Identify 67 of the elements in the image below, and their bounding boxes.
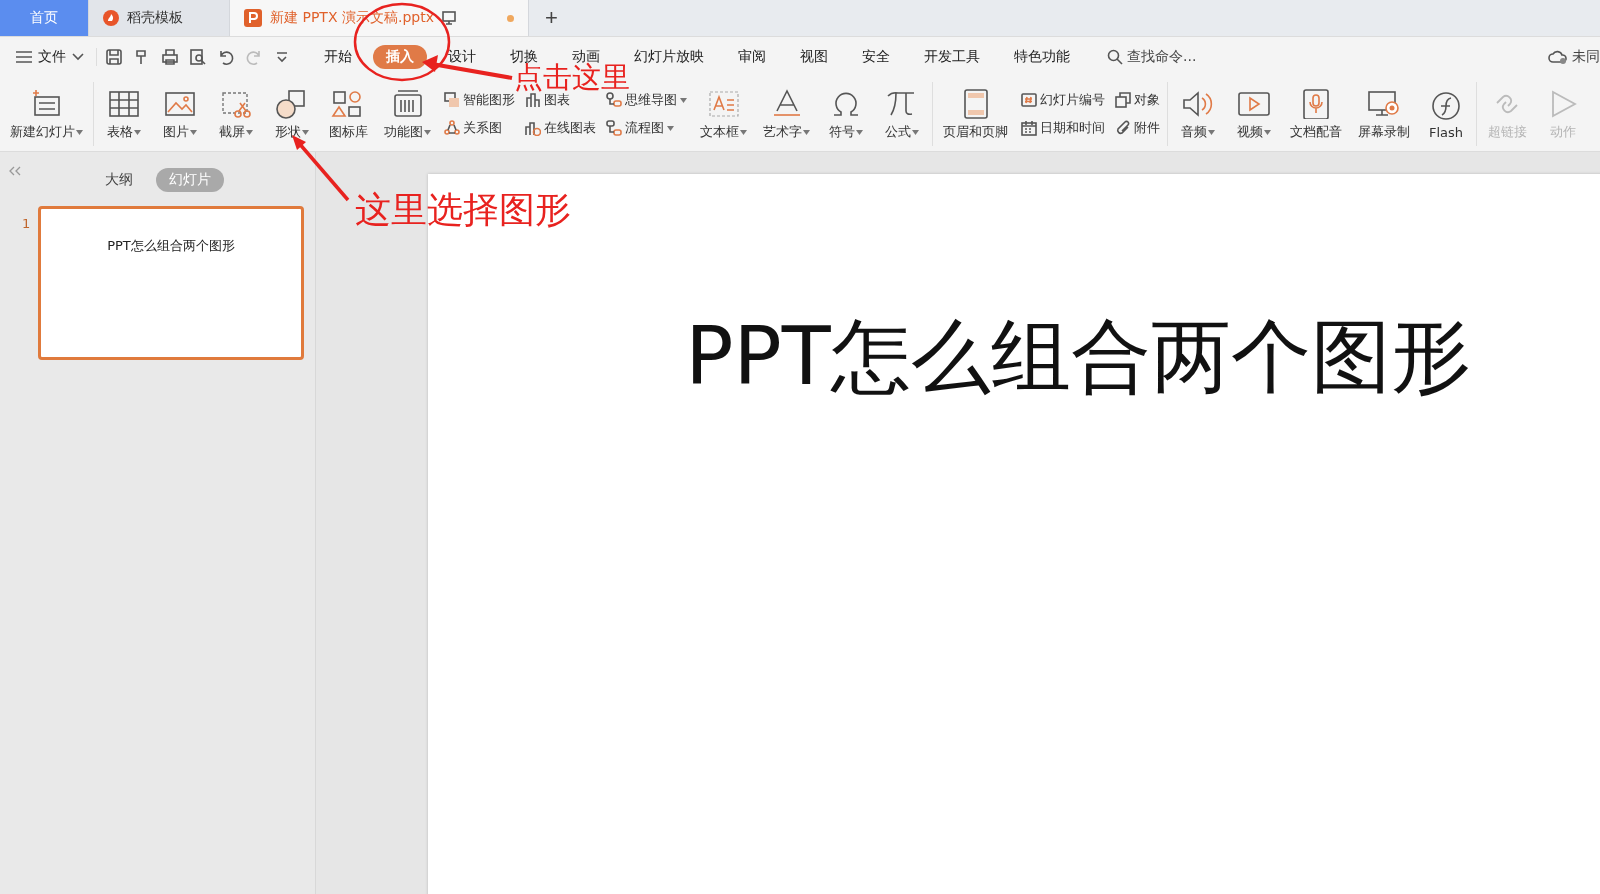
slide-number: 1	[22, 215, 30, 231]
menu-tab[interactable]: 视图	[787, 45, 841, 69]
ribbon-button[interactable]: 图片	[157, 85, 203, 143]
menu-tab[interactable]: 开始	[311, 45, 365, 69]
ribbon-button[interactable]: 流程图	[606, 119, 687, 137]
flowchart-icon	[606, 120, 622, 136]
search-icon	[1107, 49, 1123, 65]
ribbon-button[interactable]: 在线图表	[525, 119, 596, 137]
undo-icon[interactable]	[217, 48, 235, 66]
ribbon-button[interactable]: 思维导图	[606, 91, 687, 109]
ribbon-button[interactable]: 文档配音	[1287, 85, 1345, 143]
ribbon-button[interactable]: 文本框	[697, 85, 750, 143]
ribbon-button[interactable]: Flash	[1423, 86, 1469, 142]
mind-map-icon	[606, 92, 622, 108]
ribbon-button[interactable]: 截屏	[213, 85, 259, 143]
file-menu-button[interactable]: 文件	[16, 48, 97, 66]
menu-tab[interactable]: 开发工具	[911, 45, 993, 69]
menu-icon	[16, 50, 32, 64]
save-icon[interactable]	[105, 48, 123, 66]
annotation-text: 点击这里	[514, 63, 630, 92]
slide-thumbnail[interactable]: PPT怎么组合两个图形	[38, 206, 304, 360]
tab[interactable]: 稻壳模板	[89, 0, 230, 36]
annotation-text: 这里选择图形	[355, 192, 571, 228]
ribbon-button[interactable]: 公式	[879, 85, 925, 143]
print-icon[interactable]	[161, 48, 179, 66]
ribbon-button[interactable]: 形状	[269, 85, 315, 143]
cloud-icon	[1548, 49, 1568, 65]
ribbon-button[interactable]: 图标库	[325, 85, 371, 143]
sync-button[interactable]: 未同	[1548, 48, 1600, 66]
menu-tab[interactable]: 安全	[849, 45, 903, 69]
slide-number-icon	[1021, 92, 1037, 108]
chevron-icon	[72, 53, 84, 61]
monitor-icon	[441, 11, 456, 25]
paperclip-icon	[1115, 120, 1131, 136]
ribbon-button[interactable]: 图表	[525, 91, 596, 109]
ribbon-button[interactable]: 智能图形	[444, 91, 515, 109]
ribbon-button[interactable]: 表格	[101, 85, 147, 143]
ribbon-button[interactable]: 对象	[1115, 91, 1160, 109]
ribbon-button[interactable]: 屏幕录制	[1355, 85, 1413, 143]
menu-tab[interactable]: 设计	[435, 45, 489, 69]
relation-icon	[444, 120, 460, 136]
menu-tab[interactable]: 特色功能	[1001, 45, 1083, 69]
thumbnail-title: PPT怎么组合两个图形	[107, 237, 235, 255]
ribbon-button[interactable]: 页眉和页脚	[940, 85, 1011, 143]
ribbon-button[interactable]: 附件	[1115, 119, 1160, 137]
ribbon-button[interactable]: 艺术字	[760, 85, 813, 143]
flame-icon	[103, 10, 119, 26]
menu-tab[interactable]: 审阅	[725, 45, 779, 69]
online-chart-icon	[525, 120, 541, 136]
ribbon-button[interactable]: 功能图	[381, 85, 434, 143]
new-tab-button[interactable]: +	[529, 0, 574, 36]
bar-chart-icon	[525, 92, 541, 108]
calendar-icon	[1021, 120, 1037, 136]
ribbon-button[interactable]: 新建幻灯片	[7, 85, 86, 143]
object-icon	[1115, 92, 1131, 108]
ribbon-button[interactable]: 幻灯片编号	[1021, 91, 1105, 109]
print-preview-icon[interactable]	[189, 48, 207, 66]
panel-tab[interactable]: 大纲	[91, 168, 146, 192]
ribbon-button[interactable]: 视频	[1231, 85, 1277, 143]
ribbon-button[interactable]: 音频	[1175, 85, 1221, 143]
ribbon-button[interactable]: 关系图	[444, 119, 515, 137]
search-field[interactable]: 查找命令...	[1107, 48, 1197, 66]
ribbon-button[interactable]: 符号	[823, 85, 869, 143]
presentation-file-icon	[244, 9, 262, 27]
ribbon-button[interactable]: 日期和时间	[1021, 119, 1105, 137]
smart-graphic-icon	[444, 92, 460, 108]
slide-title: PPT怎么组合两个图形	[685, 309, 1471, 405]
